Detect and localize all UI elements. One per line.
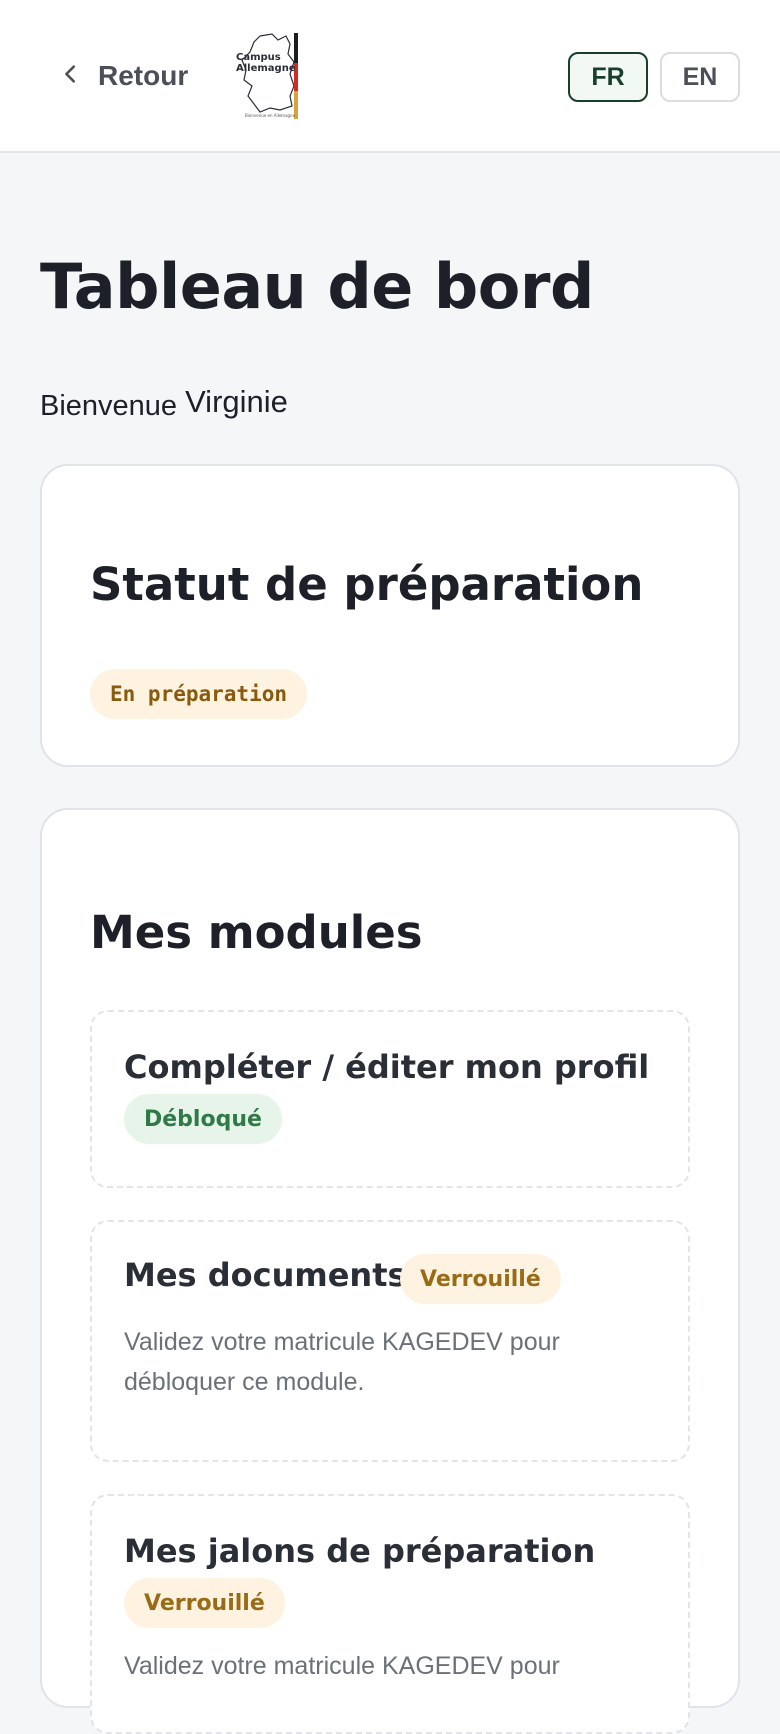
welcome-label: Bienvenue: [40, 390, 178, 422]
language-fr-button[interactable]: FR: [568, 52, 648, 102]
page-title: Tableau de bord: [40, 250, 594, 323]
module-title: Mes documents: [124, 1256, 407, 1294]
language-switcher: FR EN: [568, 52, 740, 102]
modules-card: Mes modules Compléter / éditer mon profi…: [40, 808, 740, 1734]
module-status-badge: Verrouillé: [400, 1254, 561, 1304]
language-en-button[interactable]: EN: [660, 52, 740, 102]
module-milestones[interactable]: Mes jalons de préparation Verrouillé Val…: [90, 1494, 690, 1734]
campus-allemagne-logo: Campus Allemagne Bienvenue en Allemagne: [232, 30, 324, 122]
module-description: Validez votre matricule KAGEDEV pour déb…: [124, 1328, 560, 1396]
svg-text:Bienvenue en Allemagne: Bienvenue en Allemagne: [245, 113, 296, 118]
module-status-badge: Verrouillé: [124, 1578, 285, 1628]
user-name: Virginie: [185, 384, 288, 419]
status-card: Statut de préparation En préparation: [40, 464, 740, 767]
status-card-title: Statut de préparation: [90, 558, 644, 611]
back-label: Retour: [98, 60, 189, 91]
welcome-message: Bienvenue Virginie: [40, 384, 288, 423]
modules-card-title: Mes modules: [90, 906, 423, 959]
top-header: Retour Campus Allemagne Bienvenue en All…: [0, 0, 780, 153]
svg-text:Campus: Campus: [236, 52, 281, 63]
module-title: Compléter / éditer mon profil: [124, 1048, 650, 1086]
svg-text:Allemagne: Allemagne: [236, 63, 296, 74]
module-profile[interactable]: Compléter / éditer mon profil Débloqué: [90, 1010, 690, 1188]
module-description: Validez votre matricule KAGEDEV pour: [124, 1652, 560, 1680]
module-documents[interactable]: Mes documents Verrouillé Validez votre m…: [90, 1220, 690, 1462]
module-title: Mes jalons de préparation: [124, 1532, 596, 1570]
module-status-badge: Débloqué: [124, 1094, 282, 1144]
back-button[interactable]: Retour: [60, 52, 188, 100]
preparation-status-badge: En préparation: [90, 669, 308, 719]
chevron-left-icon: [60, 63, 82, 90]
